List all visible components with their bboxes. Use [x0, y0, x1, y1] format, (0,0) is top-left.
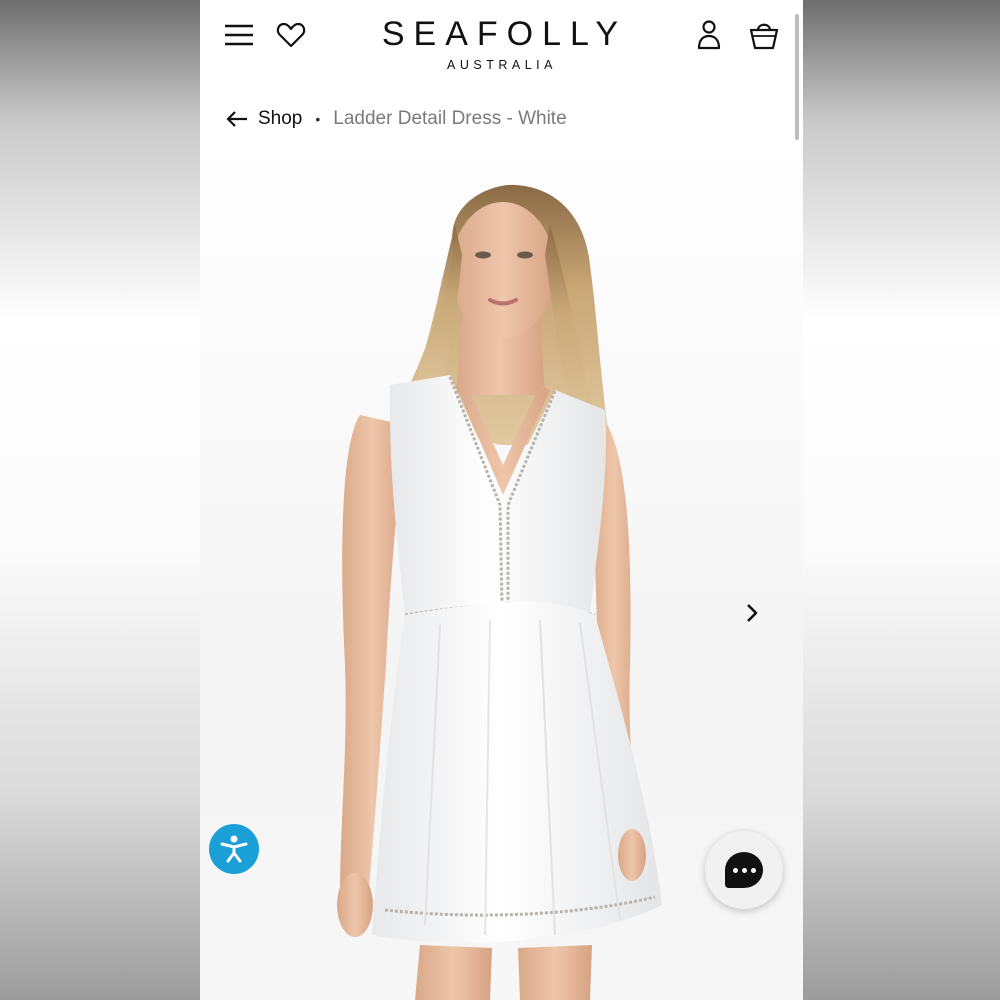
menu-icon[interactable] [224, 20, 254, 50]
breadcrumb-separator: • [315, 111, 321, 127]
accessibility-icon[interactable] [209, 824, 259, 874]
brand-tagline: AUSTRALIA [447, 58, 557, 72]
brand-logo[interactable]: SEAFOLLY AUSTRALIA [360, 14, 640, 72]
chevron-right-icon[interactable] [740, 601, 764, 625]
account-icon[interactable] [696, 17, 722, 51]
bag-icon[interactable] [748, 17, 780, 51]
scrollbar[interactable] [795, 14, 799, 140]
breadcrumb: Shop • Ladder Detail Dress - White [226, 106, 567, 132]
background-right [803, 0, 1000, 1000]
heart-icon[interactable] [276, 20, 306, 50]
background-left [0, 0, 200, 1000]
breadcrumb-back-link[interactable]: Shop [226, 108, 302, 130]
arrow-left-icon [226, 111, 247, 127]
mobile-page: SEAFOLLY AUSTRALIA Shop • Ladder Detail … [200, 0, 803, 1000]
chat-icon[interactable] [705, 831, 783, 909]
breadcrumb-current: Ladder Detail Dress - White [333, 108, 567, 129]
chat-bubble [725, 852, 763, 888]
brand-name: SEAFOLLY [381, 15, 628, 53]
breadcrumb-shop-label: Shop [258, 108, 303, 129]
